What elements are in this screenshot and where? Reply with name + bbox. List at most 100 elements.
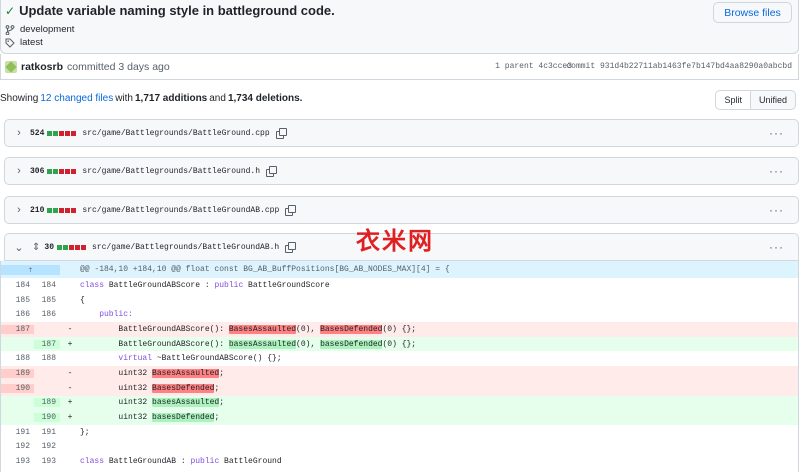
more-options-icon[interactable]: ··· xyxy=(769,203,784,217)
diff-line-deleted: 187 - BattleGroundABScore(): BasesAssault… xyxy=(1,322,798,337)
diff-sign: + xyxy=(67,339,73,349)
more-options-icon[interactable]: ··· xyxy=(769,240,784,254)
diffstat-del-block xyxy=(59,168,65,174)
diff-sign: - xyxy=(67,368,73,378)
new-line-number[interactable]: 184 xyxy=(34,281,60,290)
old-line-number[interactable]: 186 xyxy=(1,310,34,319)
code-text: BattleGroundABScore(): basesAssaulted(0)… xyxy=(80,339,417,349)
diffstat-add-block xyxy=(53,168,59,174)
tag-row[interactable]: latest xyxy=(5,37,43,48)
diff-sign: - xyxy=(67,324,73,334)
more-options-icon[interactable]: ··· xyxy=(769,164,784,178)
additions-count: 1,717 additions xyxy=(135,93,208,104)
new-line-number[interactable]: 187 xyxy=(34,339,60,349)
keyword-token: public: xyxy=(99,310,133,320)
commit-label: commit xyxy=(566,62,596,71)
code-text: class BattleGroundABScore : public Battl… xyxy=(80,280,330,290)
branch-name[interactable]: development xyxy=(20,24,74,35)
diffstat-del-block xyxy=(71,168,77,174)
change-count: 524 xyxy=(30,128,45,138)
keyword-token: virtual xyxy=(118,354,157,364)
commit-header: ✓ Update variable naming style in battle… xyxy=(0,0,799,54)
diff-sign: + xyxy=(67,413,73,423)
diffstat-blocks xyxy=(57,244,86,250)
diff-line-added: 187 + BattleGroundABScore(): basesAssault… xyxy=(1,336,798,352)
commit-hash: 931d4b22711ab1463fe7b147bd4aa8290a0abcbd xyxy=(599,62,792,71)
file-header[interactable]: › 524 src/game/Battlegrounds/BattleGroun… xyxy=(4,119,799,147)
diffstat-blocks xyxy=(47,168,77,174)
file-header[interactable]: › 210 src/game/Battlegrounds/BattleGroun… xyxy=(4,196,799,224)
author-row: ratkosrb committed 3 days ago 1 parent 4… xyxy=(0,54,799,80)
new-line-number[interactable]: 192 xyxy=(34,442,60,451)
new-line-number[interactable]: 188 xyxy=(34,354,60,363)
chevron-right-icon[interactable]: › xyxy=(12,127,26,139)
copy-icon[interactable] xyxy=(285,242,297,253)
new-line-number[interactable]: 189 xyxy=(34,398,60,408)
hunk-text: @@ -184,10 +184,10 @@ float const BG_AB_… xyxy=(80,265,450,274)
diff-sign: + xyxy=(67,398,73,408)
new-line-number[interactable]: 193 xyxy=(34,457,60,466)
old-line-number[interactable]: 193 xyxy=(1,457,34,466)
more-options-icon[interactable]: ··· xyxy=(769,126,784,140)
browse-files-button[interactable]: Browse files xyxy=(713,2,792,23)
changed-files-link[interactable]: 12 changed files xyxy=(40,93,113,104)
author-name[interactable]: ratkosrb xyxy=(21,61,63,73)
old-line-number[interactable]: 185 xyxy=(1,296,34,305)
copy-icon[interactable] xyxy=(266,166,278,177)
old-line-number[interactable]: 192 xyxy=(1,442,34,451)
file-path[interactable]: src/game/Battlegrounds/BattleGround.cpp xyxy=(82,129,269,138)
diffstat-add-block xyxy=(47,207,53,213)
expand-all-icon[interactable]: ⇕ xyxy=(32,242,40,253)
diffstat-del-block xyxy=(65,130,71,136)
git-branch-icon xyxy=(5,24,15,35)
diff-line-deleted: 190 - uint32 BasesDefended; xyxy=(1,380,798,396)
deletions-count: 1,734 deletions. xyxy=(227,93,303,104)
diff-sign: - xyxy=(67,383,73,393)
old-line-number[interactable]: 190 xyxy=(1,383,34,393)
avatar[interactable] xyxy=(5,60,17,73)
old-line-number[interactable]: 189 xyxy=(1,368,34,378)
parent-label: 1 parent xyxy=(495,62,534,71)
diffstat-add-block xyxy=(63,244,68,250)
split-view-button[interactable]: Split xyxy=(715,90,751,110)
file-header[interactable]: › 306 src/game/Battlegrounds/BattleGroun… xyxy=(4,157,799,185)
diff-line-added: 190 + uint32 basesDefended; xyxy=(1,410,798,425)
diff-line-added: 189 + uint32 basesAssaulted; xyxy=(1,395,798,411)
tag-name[interactable]: latest xyxy=(20,37,43,48)
diff-line-context: 188 188 virtual ~BattleGroundABScore() {}… xyxy=(1,351,798,366)
changed-token: basesAssaulted xyxy=(152,398,220,408)
chevron-right-icon[interactable]: › xyxy=(12,165,26,177)
watermark: 衣米网 xyxy=(356,227,434,255)
diffstat-add-block xyxy=(53,207,59,213)
tag-icon xyxy=(5,38,15,48)
summary-with: with xyxy=(115,93,133,104)
file-path[interactable]: src/game/Battlegrounds/BattleGround.h xyxy=(82,167,260,176)
new-line-number[interactable]: 186 xyxy=(34,310,60,319)
chevron-right-icon[interactable]: › xyxy=(12,204,26,216)
diff-line-context: 184 184 class BattleGroundABScore : public… xyxy=(1,278,798,293)
branch-row[interactable]: development xyxy=(5,24,74,35)
old-line-number[interactable]: 187 xyxy=(1,324,34,334)
unified-view-button[interactable]: Unified xyxy=(750,90,796,110)
new-line-number[interactable]: 185 xyxy=(34,296,60,305)
diffstat-del-block xyxy=(75,244,80,250)
chevron-down-icon[interactable]: ⌄ xyxy=(12,241,26,254)
new-line-number[interactable]: 191 xyxy=(34,428,60,437)
old-line-number[interactable]: 188 xyxy=(1,354,34,363)
commit-title: Update variable naming style in battlegr… xyxy=(19,3,335,18)
old-line-number[interactable]: 184 xyxy=(1,281,34,290)
diffstat-del-block xyxy=(81,244,86,250)
old-line-number[interactable]: 191 xyxy=(1,428,34,437)
keyword-token: public xyxy=(190,457,225,467)
view-toggle: Split Unified xyxy=(715,90,796,110)
diffstat-del-block xyxy=(65,207,71,213)
expand-up-icon[interactable]: ⇡ xyxy=(1,264,60,275)
changed-token: basesAssaulted xyxy=(228,339,297,349)
diff-line-context: 191 191}; xyxy=(1,425,798,440)
new-line-number[interactable]: 190 xyxy=(34,413,60,423)
copy-icon[interactable] xyxy=(275,128,287,139)
diff-line-context: 192 192 xyxy=(1,440,798,455)
file-path[interactable]: src/game/Battlegrounds/BattleGroundAB.cp… xyxy=(82,206,279,215)
copy-icon[interactable] xyxy=(285,205,297,216)
file-path[interactable]: src/game/Battlegrounds/BattleGroundAB.h xyxy=(92,243,279,252)
